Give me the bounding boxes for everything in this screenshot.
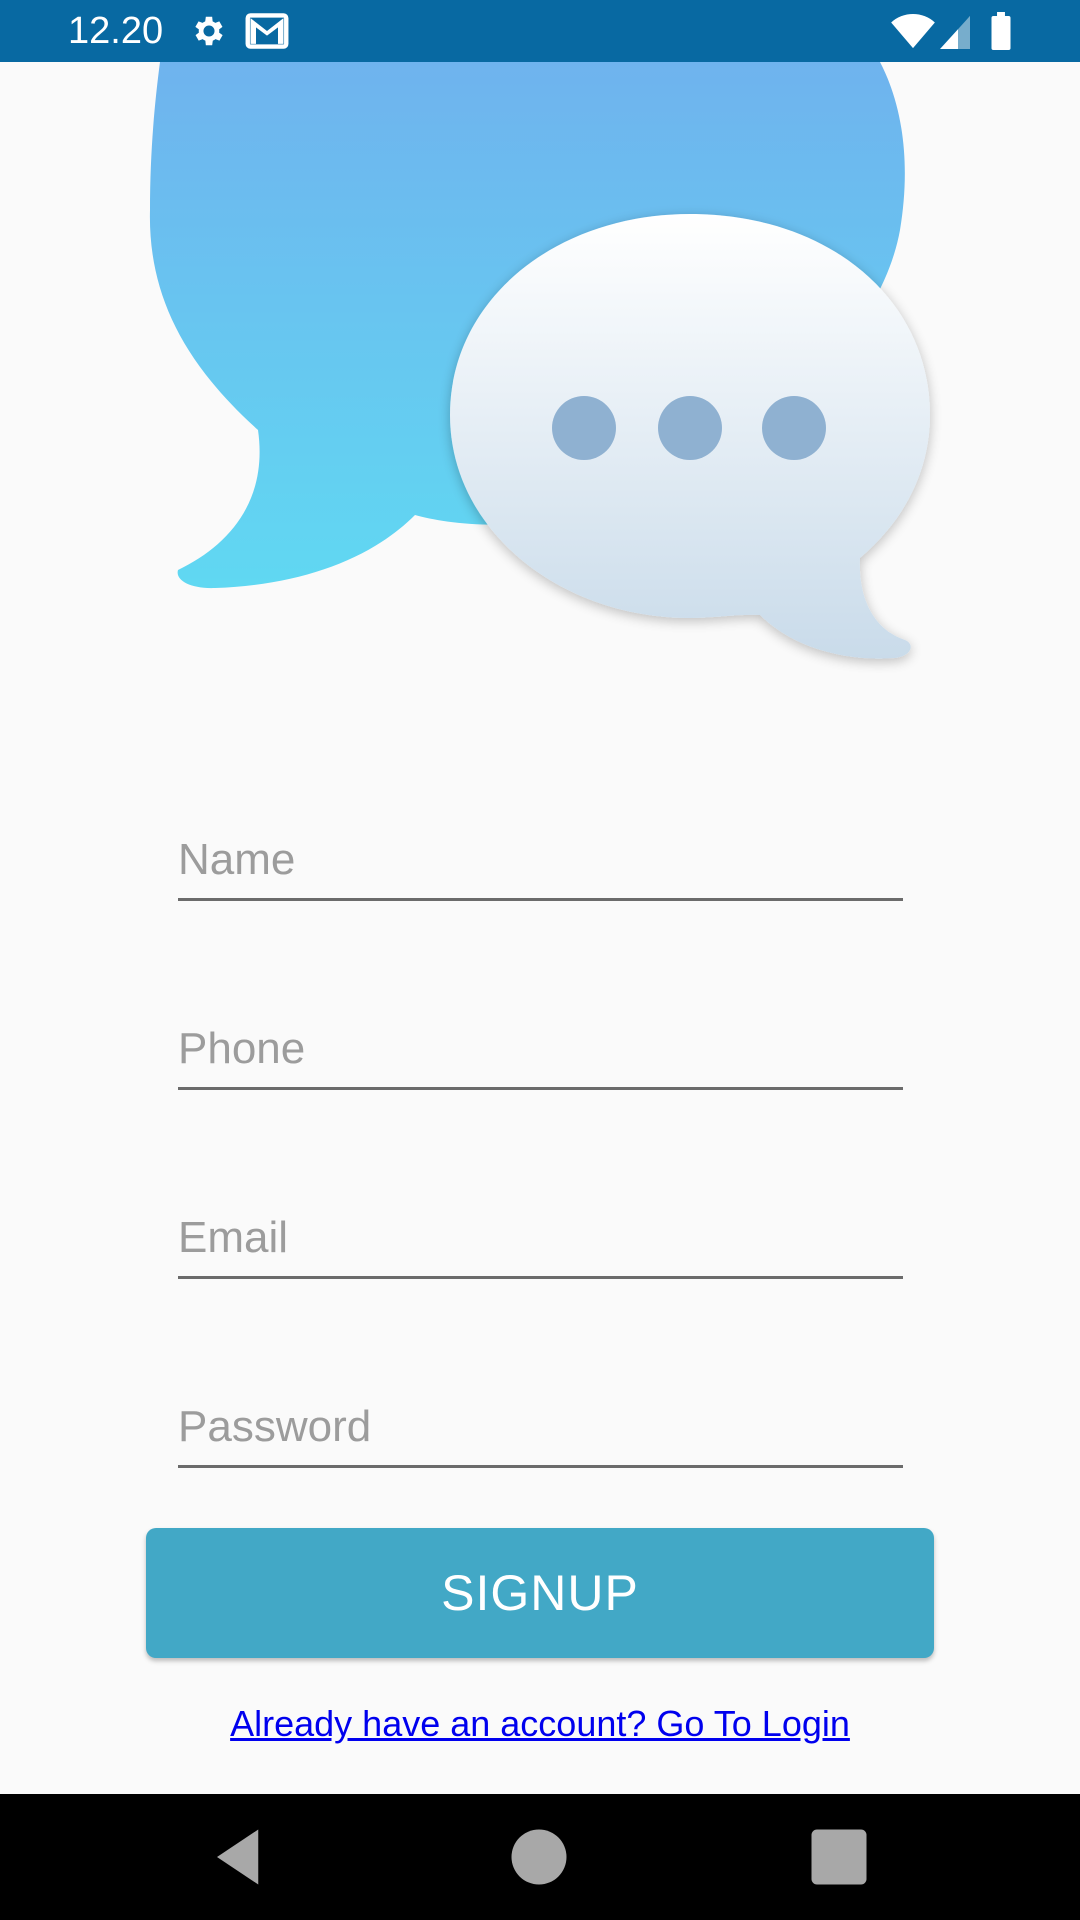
- go-to-login-link[interactable]: Already have an account? Go To Login: [0, 1703, 1080, 1745]
- signup-button[interactable]: SIGNUP: [146, 1528, 934, 1658]
- password-input[interactable]: [178, 1389, 903, 1465]
- password-field[interactable]: [178, 1389, 903, 1468]
- signup-screen: 12.20 Name Phone Email SIGNUP Already ha…: [0, 0, 1080, 1920]
- name-input[interactable]: [178, 822, 903, 898]
- name-field[interactable]: [178, 822, 903, 901]
- recents-icon[interactable]: [806, 1824, 872, 1890]
- phone-input[interactable]: [178, 1011, 903, 1087]
- back-icon[interactable]: [206, 1824, 272, 1890]
- email-input[interactable]: [178, 1200, 903, 1276]
- email-field[interactable]: [178, 1200, 903, 1279]
- navigation-bar: [0, 1794, 1080, 1920]
- home-icon[interactable]: [506, 1824, 572, 1890]
- phone-field[interactable]: [178, 1011, 903, 1090]
- chat-bubbles-icon: [0, 0, 1080, 700]
